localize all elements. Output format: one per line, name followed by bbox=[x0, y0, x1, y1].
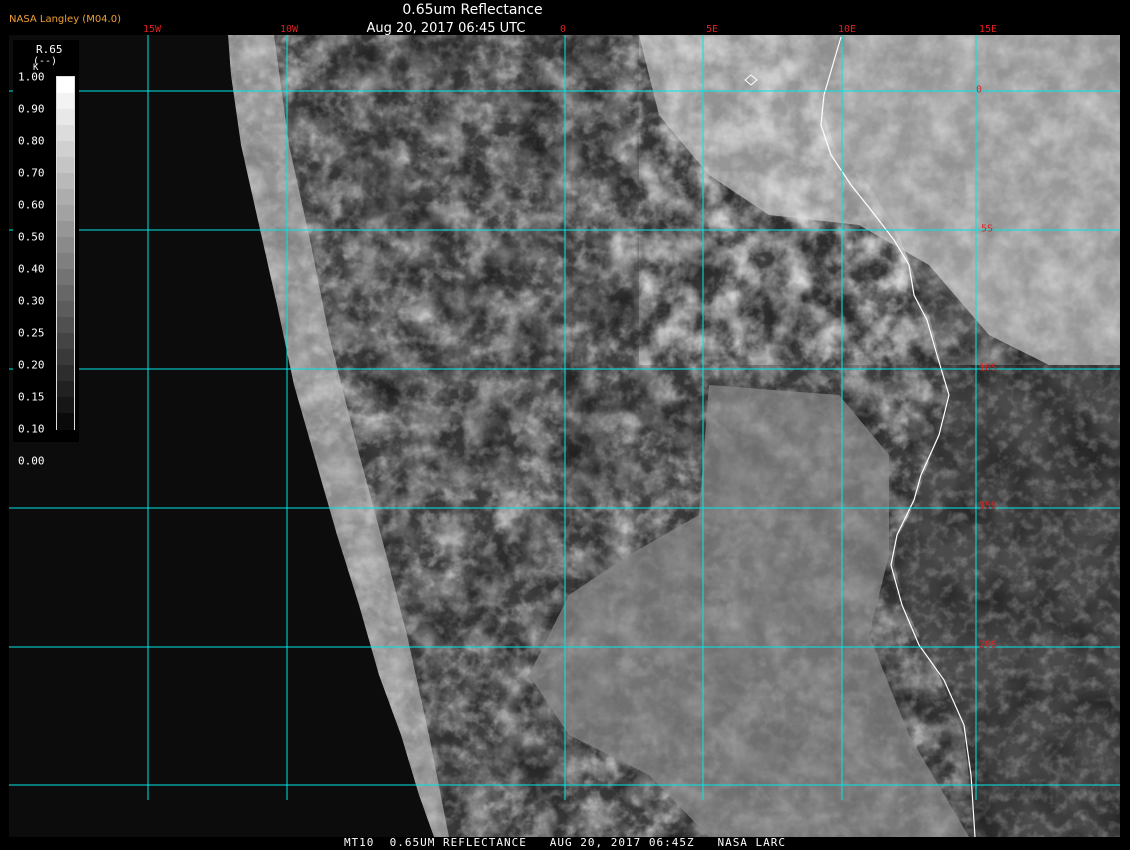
colorbar-segment bbox=[57, 301, 74, 318]
lon-label-10e: 10E bbox=[837, 24, 857, 35]
colorbar-segment bbox=[57, 285, 74, 302]
colorbar-segment bbox=[57, 381, 74, 398]
colorbar-segment bbox=[57, 333, 74, 350]
colorbar-tick-label: 0.50 bbox=[18, 230, 45, 244]
image-title: 0.65um Reflectance bbox=[402, 2, 543, 18]
lat-label-20s: 20S bbox=[978, 639, 998, 651]
colorbar-segment bbox=[57, 349, 74, 366]
lon-label-5e: 5E bbox=[705, 24, 719, 35]
colorbar-tick-label: 0.20 bbox=[18, 358, 45, 372]
colorbar-tick-label: 1.00 bbox=[18, 70, 45, 84]
colorbar-segment bbox=[57, 77, 74, 94]
colorbar-segment bbox=[57, 237, 74, 254]
colorbar-gradient bbox=[56, 76, 75, 430]
colorbar-segment bbox=[57, 253, 74, 270]
colorbar-segment bbox=[57, 365, 74, 382]
colorbar-tick-label: 0.80 bbox=[18, 134, 45, 148]
colorbar-tick-label: 0.00 bbox=[18, 454, 45, 468]
colorbar-segment bbox=[57, 93, 74, 110]
satellite-image-map[interactable] bbox=[9, 35, 1120, 837]
lat-label-10s: 10S bbox=[978, 362, 998, 374]
colorbar-segment bbox=[57, 397, 74, 414]
lon-label-10w: 10W bbox=[279, 24, 299, 35]
colorbar-tick-label: 0.30 bbox=[18, 294, 45, 308]
colorbar-segment bbox=[57, 317, 74, 334]
lat-label-0: 0 bbox=[975, 84, 983, 96]
footer-caption: MT10 0.65UM REFLECTANCE AUG 20, 2017 06:… bbox=[343, 836, 787, 849]
colorbar-tick-label: 0.60 bbox=[18, 198, 45, 212]
colorbar-tick-label: 0.10 bbox=[18, 422, 45, 436]
satellite-imagery bbox=[9, 35, 1120, 837]
image-datetime: Aug 20, 2017 06:45 UTC bbox=[366, 21, 526, 36]
lat-label-5s: 5S bbox=[980, 223, 994, 235]
colorbar-variable: R.65 bbox=[36, 43, 63, 56]
colorbar-tick-label: 0.90 bbox=[18, 102, 45, 116]
colorbar-segment bbox=[57, 125, 74, 142]
colorbar-tick-label: 0.70 bbox=[18, 166, 45, 180]
colorbar-segment bbox=[57, 413, 74, 430]
colorbar-segment bbox=[57, 269, 74, 286]
colorbar-segment bbox=[57, 205, 74, 222]
colorbar-tick-label: 0.15 bbox=[18, 390, 45, 404]
colorbar-segment bbox=[57, 141, 74, 158]
colorbar-segment bbox=[57, 109, 74, 126]
colorbar-segment bbox=[57, 221, 74, 238]
lon-label-15e: 15E bbox=[978, 24, 998, 35]
lon-label-0: 0 bbox=[559, 24, 567, 35]
lat-label-15s: 15S bbox=[978, 500, 998, 512]
colorbar-segment bbox=[57, 189, 74, 206]
lon-label-15w: 15W bbox=[142, 24, 162, 35]
colorbar-tick-label: 0.25 bbox=[18, 326, 45, 340]
colorbar-segment bbox=[57, 157, 74, 174]
colorbar-segment bbox=[57, 173, 74, 190]
provider-label: NASA Langley (M04.0) bbox=[9, 14, 121, 25]
colorbar-tick-label: 0.40 bbox=[18, 262, 45, 276]
